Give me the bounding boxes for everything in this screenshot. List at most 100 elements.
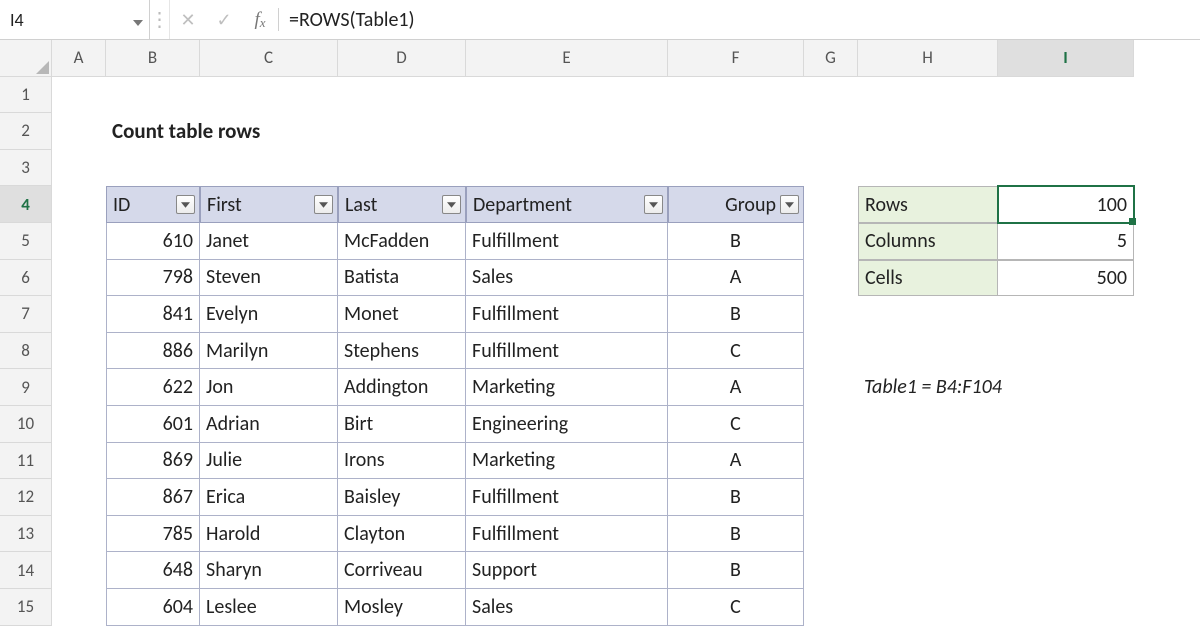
row-header-13[interactable]: 13 (0, 516, 52, 553)
table-cell-id[interactable]: 886 (106, 333, 200, 370)
cell[interactable] (52, 369, 106, 406)
cell[interactable] (52, 589, 106, 626)
table-cell-first[interactable]: Erica (200, 479, 338, 516)
cell[interactable] (998, 113, 1134, 150)
cell[interactable] (52, 77, 106, 114)
cell[interactable] (998, 150, 1134, 187)
cell[interactable] (52, 479, 106, 516)
table-cell-dept[interactable]: Sales (466, 260, 668, 297)
row-header-6[interactable]: 6 (0, 260, 52, 297)
col-header-h[interactable]: H (858, 40, 998, 77)
cell[interactable] (804, 479, 858, 516)
cell[interactable] (668, 150, 804, 187)
table-cell-group[interactable]: A (668, 260, 804, 297)
cell[interactable] (52, 260, 106, 297)
cell[interactable] (466, 77, 668, 114)
table-cell-group[interactable]: B (668, 516, 804, 553)
table-cell-dept[interactable]: Fulfillment (466, 333, 668, 370)
table-cell-first[interactable]: Julie (200, 443, 338, 480)
table-cell-id[interactable]: 648 (106, 552, 200, 589)
cell[interactable] (858, 552, 998, 589)
cell[interactable] (804, 589, 858, 626)
col-header-b[interactable]: B (106, 40, 200, 77)
name-box[interactable]: I4 (0, 0, 150, 39)
cell[interactable] (998, 552, 1134, 589)
col-header-i[interactable]: I (998, 40, 1134, 77)
row-header-7[interactable]: 7 (0, 296, 52, 333)
table-cell-dept[interactable]: Fulfillment (466, 223, 668, 260)
table-cell-last[interactable]: Baisley (338, 479, 466, 516)
row-header-15[interactable]: 15 (0, 589, 52, 626)
cell[interactable] (804, 369, 858, 406)
cell[interactable] (998, 589, 1134, 626)
table-cell-id[interactable]: 841 (106, 296, 200, 333)
table-cell-first[interactable]: Leslee (200, 589, 338, 626)
cell[interactable] (804, 443, 858, 480)
row-header-5[interactable]: 5 (0, 223, 52, 260)
table-cell-last[interactable]: Monet (338, 296, 466, 333)
cell[interactable] (998, 516, 1134, 553)
cell[interactable] (858, 589, 998, 626)
cell[interactable] (858, 443, 998, 480)
col-header-c[interactable]: C (200, 40, 338, 77)
cell[interactable] (52, 150, 106, 187)
filter-button[interactable] (780, 195, 799, 214)
table-header-last[interactable]: Last (338, 186, 466, 223)
cell[interactable] (858, 296, 998, 333)
cell[interactable] (52, 223, 106, 260)
cell[interactable] (338, 150, 466, 187)
table-cell-first[interactable]: Jon (200, 369, 338, 406)
table-cell-group[interactable]: B (668, 552, 804, 589)
table-cell-dept[interactable]: Engineering (466, 406, 668, 443)
filter-button[interactable] (314, 195, 333, 214)
table-cell-last[interactable]: Batista (338, 260, 466, 297)
cell[interactable] (998, 406, 1134, 443)
summary-rows-label[interactable]: Rows (858, 186, 998, 223)
cell[interactable] (804, 113, 858, 150)
cell[interactable] (804, 150, 858, 187)
table-cell-id[interactable]: 867 (106, 479, 200, 516)
cell[interactable] (200, 150, 338, 187)
summary-cells-value[interactable]: 500 (998, 260, 1134, 297)
table-cell-dept[interactable]: Fulfillment (466, 296, 668, 333)
table-cell-dept[interactable]: Support (466, 552, 668, 589)
table-header-group[interactable]: Group (668, 186, 804, 223)
summary-columns-label[interactable]: Columns (858, 223, 998, 260)
cell[interactable] (52, 113, 106, 150)
table-cell-group[interactable]: B (668, 479, 804, 516)
row-header-8[interactable]: 8 (0, 333, 52, 370)
table-cell-last[interactable]: Clayton (338, 516, 466, 553)
cell[interactable] (106, 77, 200, 114)
table-range-note[interactable]: Table1 = B4:F104 (858, 369, 1134, 406)
row-header-11[interactable]: 11 (0, 443, 52, 480)
table-cell-last[interactable]: Stephens (338, 333, 466, 370)
cell[interactable] (998, 479, 1134, 516)
table-header-id[interactable]: ID (106, 186, 200, 223)
summary-columns-value[interactable]: 5 (998, 223, 1134, 260)
page-title[interactable]: Count table rows (106, 113, 668, 150)
cell[interactable] (338, 77, 466, 114)
cell[interactable] (106, 150, 200, 187)
cell[interactable] (858, 150, 998, 187)
table-cell-dept[interactable]: Fulfillment (466, 479, 668, 516)
table-cell-id[interactable]: 622 (106, 369, 200, 406)
table-cell-group[interactable]: A (668, 369, 804, 406)
cell[interactable] (804, 552, 858, 589)
cell[interactable] (858, 516, 998, 553)
row-header-4[interactable]: 4 (0, 186, 52, 223)
cell[interactable] (52, 296, 106, 333)
table-cell-last[interactable]: Corriveau (338, 552, 466, 589)
table-cell-last[interactable]: McFadden (338, 223, 466, 260)
cell[interactable] (804, 516, 858, 553)
table-cell-id[interactable]: 869 (106, 443, 200, 480)
table-cell-group[interactable]: C (668, 589, 804, 626)
cell[interactable] (998, 333, 1134, 370)
table-cell-first[interactable]: Evelyn (200, 296, 338, 333)
cell[interactable] (52, 186, 106, 223)
table-cell-group[interactable]: B (668, 296, 804, 333)
select-all-corner[interactable] (0, 40, 52, 77)
row-header-12[interactable]: 12 (0, 479, 52, 516)
cell[interactable] (52, 333, 106, 370)
cell[interactable] (804, 333, 858, 370)
cell[interactable] (52, 552, 106, 589)
